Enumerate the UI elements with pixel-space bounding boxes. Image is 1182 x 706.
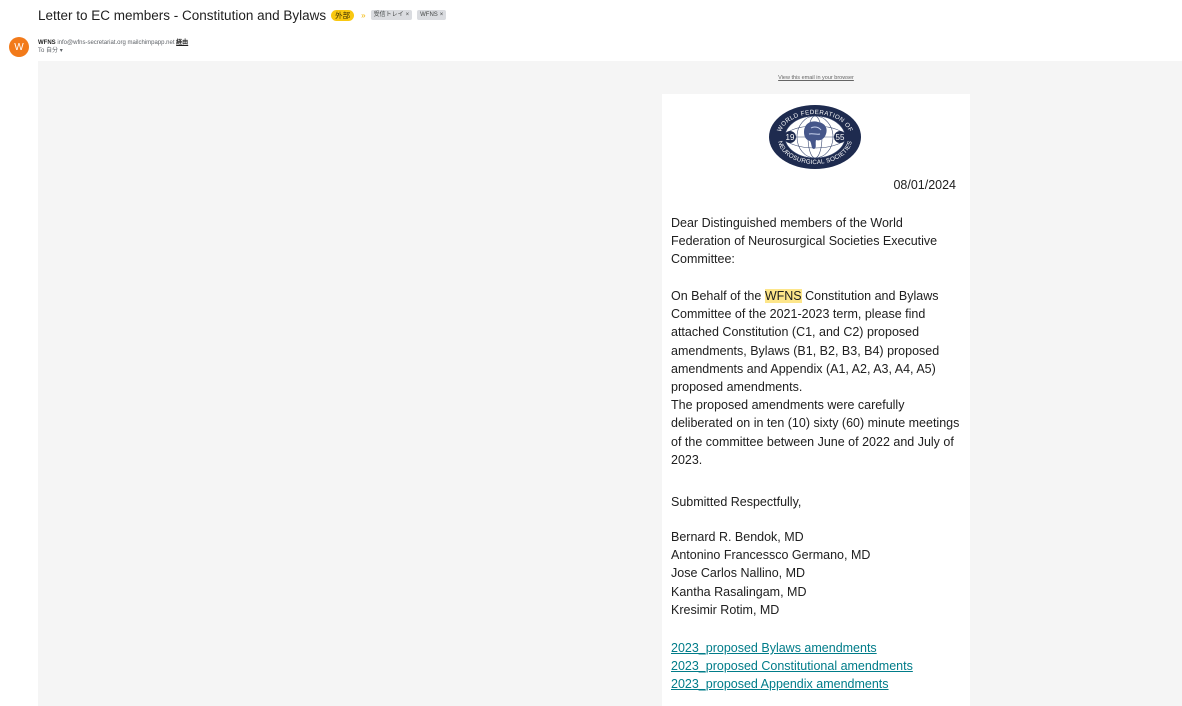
search-highlight: WFNS xyxy=(764,289,802,303)
signatory-name: Jose Carlos Nallino, MD xyxy=(671,566,806,581)
letter-body: On Behalf of the WFNS Constitution and B… xyxy=(671,287,961,469)
email-subject: Letter to EC members - Constitution and … xyxy=(38,7,327,23)
logo-year-left: 19 xyxy=(786,133,795,142)
sender-via-domain: mailchimpapp.net xyxy=(127,40,175,46)
sender-avatar[interactable]: W xyxy=(9,37,29,57)
signatory-name: Kantha Rasalingam, MD xyxy=(671,584,807,599)
bylaws-amendments-link[interactable]: 2023_proposed Bylaws amendments xyxy=(671,639,961,657)
label-chip-text: 受信トレイ xyxy=(373,12,404,18)
constitutional-amendments-link[interactable]: 2023_proposed Constitutional amendments xyxy=(671,657,961,675)
caret-down-icon[interactable]: ▾ xyxy=(60,48,63,54)
label-chip-wfns[interactable]: WFNS × xyxy=(417,10,447,20)
external-badge: 外部 xyxy=(331,9,355,21)
signatory-name: Antonino Francessco Germano, MD xyxy=(671,548,871,563)
signatory-name: Bernard R. Bendok, MD xyxy=(671,530,804,544)
label-chip-text: WFNS xyxy=(420,12,438,18)
remove-label-icon[interactable]: × xyxy=(440,12,444,18)
via-link[interactable]: 経由 xyxy=(176,40,188,46)
importance-icon[interactable]: » xyxy=(361,11,365,20)
letter-date: 08/01/2024 xyxy=(893,178,956,192)
remove-label-icon[interactable]: × xyxy=(406,12,410,18)
letter-body-lead: On Behalf of the xyxy=(671,289,765,303)
label-chip-inbox[interactable]: 受信トレイ × xyxy=(370,10,413,20)
email-body-background xyxy=(38,61,1182,706)
subject-row: Letter to EC members - Constitution and … xyxy=(38,7,447,23)
signatory-name: Kresimir Rotim, MD xyxy=(671,602,780,617)
wfns-logo: 19 55 WORLD FEDERATION OF NEUROSURGICAL … xyxy=(767,104,863,170)
recipient-line[interactable]: To 自分 ▾ xyxy=(38,45,63,54)
letter-body-text: Constitution and Bylaws Committee of the… xyxy=(671,289,940,395)
signatory-list: Bernard R. Bendok, MD Antonino Francessc… xyxy=(671,528,961,619)
letter-greeting: Dear Distinguished members of the World … xyxy=(671,216,938,267)
newsletter-card: 19 55 WORLD FEDERATION OF NEUROSURGICAL … xyxy=(662,94,970,706)
recipient-text: To 自分 xyxy=(38,48,59,54)
appendix-amendments-link[interactable]: 2023_proposed Appendix amendments xyxy=(671,675,961,693)
letter-body-deliberation: The proposed amendments were carefully d… xyxy=(671,398,960,467)
logo-year-right: 55 xyxy=(836,133,845,142)
letter-closing: Submitted Respectfully, xyxy=(671,495,802,509)
view-in-browser-link[interactable]: View this email in your browser xyxy=(662,75,970,81)
attachment-links: 2023_proposed Bylaws amendments 2023_pro… xyxy=(671,639,961,694)
sender-address: info@wfns-secretariat.org xyxy=(57,40,126,46)
